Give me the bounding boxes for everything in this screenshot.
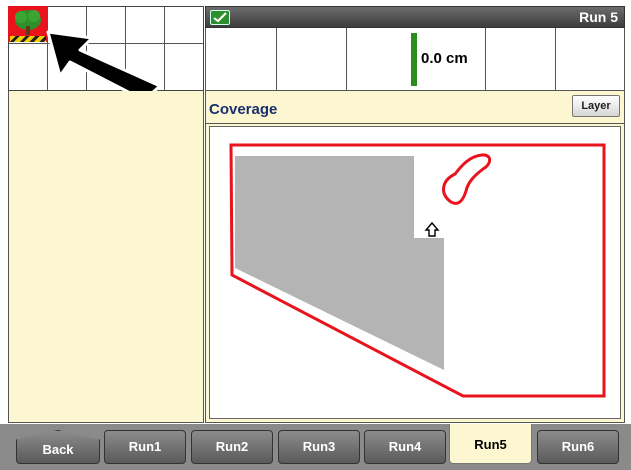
tab-run5[interactable]: Run5 <box>449 424 532 464</box>
obstacle-boundary <box>442 153 492 205</box>
guidance-indicator <box>411 33 417 86</box>
coverage-area <box>235 156 444 370</box>
tab-run2[interactable]: Run2 <box>191 430 273 464</box>
status-bar: Run 5 <box>205 6 625 28</box>
check-icon <box>210 10 230 25</box>
display-screen: Run 5 0.0 cm Coverage Layer Back Run1 Ru… <box>0 0 631 470</box>
tab-run1[interactable]: Run1 <box>104 430 186 464</box>
coverage-map[interactable] <box>209 126 621 419</box>
tab-run6[interactable]: Run6 <box>537 430 619 464</box>
run-title: Run 5 <box>579 9 618 25</box>
tab-run3[interactable]: Run3 <box>278 430 360 464</box>
tab-run4[interactable]: Run4 <box>364 430 446 464</box>
layer-button[interactable]: Layer <box>572 95 620 117</box>
vehicle-position-icon <box>424 221 440 237</box>
left-info-panel <box>8 91 204 423</box>
offset-value: 0.0 cm <box>421 50 468 67</box>
coverage-title: Coverage <box>209 101 278 118</box>
coverage-header: Coverage Layer <box>205 91 625 123</box>
